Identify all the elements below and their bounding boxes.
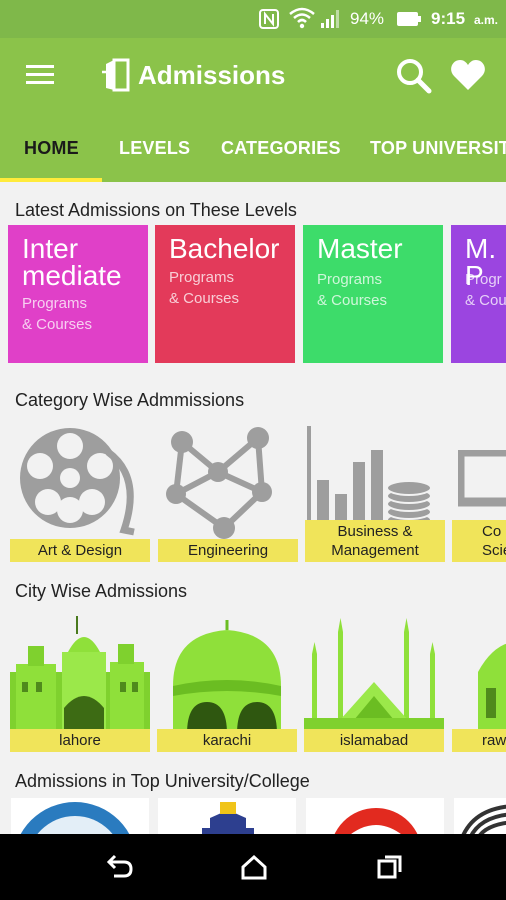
wifi-icon — [289, 6, 315, 35]
level-subtitle-programs: Programs — [169, 269, 235, 286]
level-tile-mphil[interactable]: M. P Progr & Cou — [451, 225, 506, 363]
city-card-karachi[interactable]: karachi — [157, 612, 297, 752]
back-icon[interactable] — [106, 854, 134, 885]
home-icon[interactable] — [240, 854, 268, 885]
level-tile-bachelor[interactable]: Bachelor Programs & Courses — [155, 225, 295, 363]
category-label-line1: Business & — [337, 523, 413, 540]
level-title-line2: mediate — [22, 260, 122, 291]
level-title: Bachelor — [169, 233, 280, 264]
university-card[interactable] — [306, 798, 444, 838]
level-tile-intermediate[interactable]: Inter mediate Programs & Courses — [8, 225, 148, 363]
city-label: raw — [452, 729, 506, 752]
levels-section-title: Latest Admissions on These Levels — [15, 200, 297, 220]
category-label-line2: Scie — [482, 542, 506, 559]
clock-ampm: a.m. — [474, 13, 499, 27]
clock-time: 9:15 — [431, 9, 466, 28]
menu-icon[interactable] — [26, 64, 54, 91]
film-reel-icon — [12, 422, 147, 545]
university-card[interactable] — [454, 798, 506, 838]
category-label: Engineering — [158, 539, 298, 562]
lahore-fort-image — [10, 612, 150, 739]
university-card[interactable] — [158, 798, 296, 838]
app-bar: Admissions — [0, 38, 506, 116]
tab-levels[interactable]: LEVELS — [119, 138, 190, 159]
tab-home[interactable]: HOME — [24, 138, 79, 159]
university-logo-image — [11, 798, 149, 838]
category-card-computer-science[interactable]: Co Scie — [452, 420, 506, 562]
city-label: lahore — [10, 729, 150, 752]
tab-categories[interactable]: CATEGORIES — [221, 138, 341, 159]
category-label: Art & Design — [10, 539, 150, 562]
category-card-business-management[interactable]: Business & Management — [305, 420, 445, 562]
city-label: karachi — [157, 729, 297, 752]
categories-section-title: Category Wise Admmissions — [15, 390, 245, 410]
university-logo-image — [158, 798, 296, 838]
category-card-art-design[interactable]: Art & Design — [10, 420, 150, 562]
level-subtitle-programs: Programs — [22, 295, 88, 312]
signal-icon — [320, 8, 342, 35]
level-subtitle-programs: Progr — [465, 271, 502, 288]
level-subtitle-programs: Programs — [317, 271, 383, 288]
universities-section-title: Admissions in Top University/College — [15, 771, 310, 791]
faisal-mosque-image — [304, 612, 444, 739]
battery-percent: 94% — [350, 9, 385, 28]
search-icon[interactable] — [396, 58, 432, 99]
admission-logo-icon — [102, 58, 132, 97]
category-card-engineering[interactable]: Engineering — [158, 420, 298, 562]
mazar-e-quaid-image — [157, 612, 297, 739]
university-logo-image — [454, 798, 506, 838]
city-card-islamabad[interactable]: islamabad — [304, 612, 444, 752]
app-title: Admissions — [138, 60, 286, 90]
tab-top-universities[interactable]: TOP UNIVERSITI — [370, 138, 506, 159]
level-tile-master[interactable]: Master Programs & Courses — [303, 225, 443, 363]
cities-section-title: City Wise Admissions — [15, 581, 188, 601]
favorite-heart-icon[interactable] — [450, 59, 486, 96]
active-tab-indicator — [0, 178, 102, 182]
university-logo-image — [306, 798, 444, 838]
city-label: islamabad — [304, 729, 444, 752]
computer-icon — [455, 447, 506, 515]
city-card-rawalpindi[interactable]: raw — [452, 612, 506, 752]
level-subtitle-courses: & Courses — [22, 316, 93, 333]
level-subtitle-courses: & Courses — [317, 292, 388, 309]
status-bar: 94% 9:15 a.m. — [0, 0, 506, 38]
recent-apps-icon[interactable] — [376, 854, 404, 885]
rawalpindi-landmark-image — [452, 612, 506, 739]
level-title: Master — [317, 233, 403, 264]
tab-bar: HOME LEVELS CATEGORIES TOP UNIVERSITI — [0, 116, 506, 182]
level-subtitle-courses: & Courses — [169, 290, 240, 307]
city-card-lahore[interactable]: lahore — [10, 612, 150, 752]
battery-icon — [396, 10, 422, 33]
system-navigation-bar — [0, 834, 506, 900]
university-card[interactable] — [11, 798, 149, 838]
nfc-icon — [258, 8, 280, 35]
category-label-line1: Co — [482, 523, 502, 540]
category-label-line2: Management — [331, 542, 419, 559]
network-icon — [160, 424, 295, 544]
level-subtitle-courses: & Cou — [465, 292, 506, 309]
